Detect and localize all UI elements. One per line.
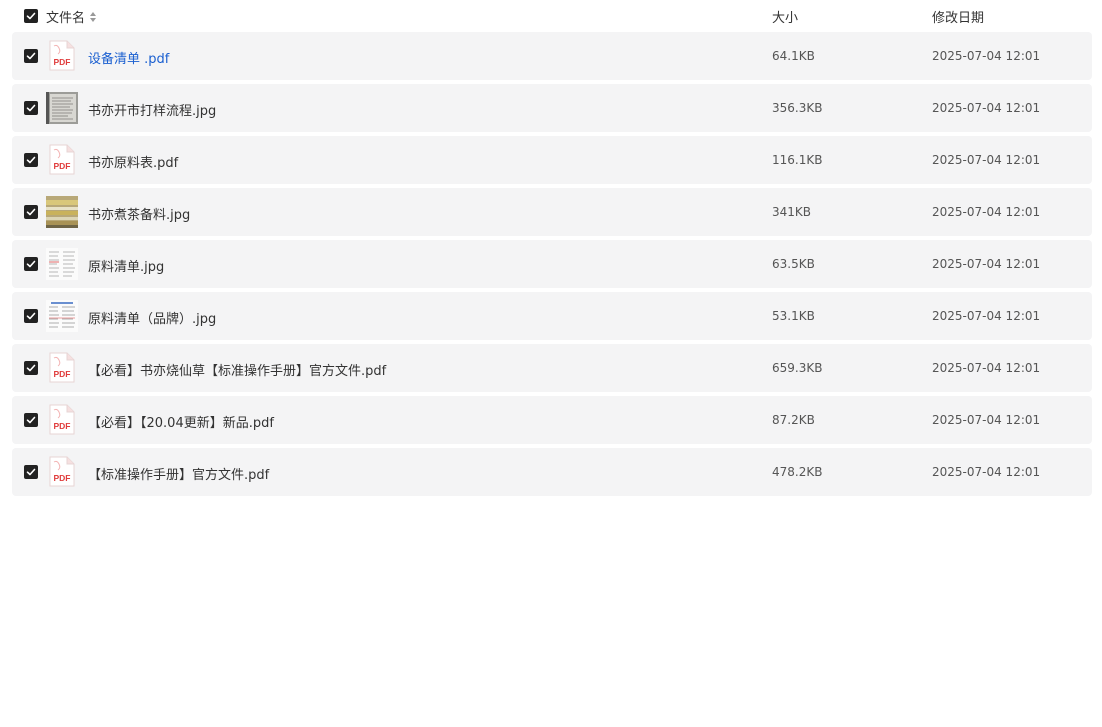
svg-text:PDF: PDF — [54, 161, 71, 171]
file-modified-date: 2025-07-04 12:01 — [932, 309, 1041, 323]
file-name[interactable]: 原料清单.jpg — [88, 256, 164, 275]
file-modified-date: 2025-07-04 12:01 — [932, 361, 1041, 375]
file-size: 341KB — [772, 205, 812, 219]
file-name[interactable]: 书亦原料表.pdf — [88, 152, 178, 171]
file-row[interactable]: 原料清单.jpg 63.5KB 2025-07-04 12:01 — [12, 240, 1092, 288]
file-row-checkbox[interactable] — [24, 257, 38, 271]
select-all-checkbox[interactable] — [24, 9, 38, 23]
check-icon — [26, 104, 36, 112]
name-column-label: 文件名 — [46, 11, 86, 26]
file-modified-date: 2025-07-04 12:01 — [932, 205, 1041, 219]
file-modified-date: 2025-07-04 12:01 — [932, 465, 1041, 479]
file-list-header: 文件名 大小 修改日期 — [12, 0, 1092, 32]
file-row[interactable]: 书亦煮茶备料.jpg 341KB 2025-07-04 12:01 — [12, 188, 1092, 236]
file-row-checkbox[interactable] — [24, 465, 38, 479]
file-name[interactable]: 【必看】书亦烧仙草【标准操作手册】官方文件.pdf — [88, 360, 386, 379]
pdf-file-icon: PDF — [49, 404, 75, 435]
file-size: 356.3KB — [772, 101, 823, 115]
file-row[interactable]: PDF 【必看】书亦烧仙草【标准操作手册】官方文件.pdf 659.3KB 2025-… — [12, 344, 1092, 392]
pdf-file-icon: PDF — [49, 144, 75, 175]
file-name[interactable]: 【必看】【20.04更新】新品.pdf — [88, 412, 274, 431]
check-icon — [26, 312, 36, 320]
svg-text:PDF: PDF — [54, 57, 71, 67]
file-rows: PDF 设备清单 .pdf 64.1KB 2025-07-04 12:01 书亦开市打样… — [12, 32, 1092, 500]
pdf-file-icon: PDF — [49, 40, 75, 71]
check-icon — [26, 12, 36, 20]
file-row-checkbox[interactable] — [24, 361, 38, 375]
image-thumbnail — [46, 248, 78, 280]
file-name[interactable]: 原料清单（品牌）.jpg — [88, 308, 216, 327]
file-size: 116.1KB — [772, 153, 823, 167]
check-icon — [26, 468, 36, 476]
file-size: 63.5KB — [772, 257, 815, 271]
file-modified-date: 2025-07-04 12:01 — [932, 153, 1041, 167]
pdf-file-icon: PDF — [49, 352, 75, 383]
file-size: 64.1KB — [772, 49, 815, 63]
file-modified-date: 2025-07-04 12:01 — [932, 49, 1041, 63]
file-name[interactable]: 书亦开市打样流程.jpg — [88, 100, 216, 119]
file-row-checkbox[interactable] — [24, 205, 38, 219]
file-row[interactable]: 原料清单（品牌）.jpg 53.1KB 2025-07-04 12:01 — [12, 292, 1092, 340]
file-list: 文件名 大小 修改日期 PDF 设备清单 .pdf 64.1KB 2025-07-04… — [0, 0, 1102, 727]
sort-icon[interactable] — [89, 11, 97, 23]
file-name[interactable]: 【标准操作手册】官方文件.pdf — [88, 464, 269, 483]
file-row[interactable]: 书亦开市打样流程.jpg 356.3KB 2025-07-04 12:01 — [12, 84, 1092, 132]
svg-text:PDF: PDF — [54, 421, 71, 431]
file-row-checkbox[interactable] — [24, 413, 38, 427]
file-size: 659.3KB — [772, 361, 823, 375]
check-icon — [26, 52, 36, 60]
check-icon — [26, 364, 36, 372]
image-thumbnail — [46, 92, 78, 124]
image-thumbnail — [46, 300, 78, 332]
svg-text:PDF: PDF — [54, 369, 71, 379]
file-row-checkbox[interactable] — [24, 153, 38, 167]
file-name[interactable]: 设备清单 .pdf — [88, 48, 169, 67]
check-icon — [26, 156, 36, 164]
file-row[interactable]: PDF 书亦原料表.pdf 116.1KB 2025-07-04 12:01 — [12, 136, 1092, 184]
date-column-header[interactable]: 修改日期 — [932, 7, 984, 26]
file-modified-date: 2025-07-04 12:01 — [932, 101, 1041, 115]
file-row-checkbox[interactable] — [24, 309, 38, 323]
file-row-checkbox[interactable] — [24, 49, 38, 63]
file-row[interactable]: PDF 【必看】【20.04更新】新品.pdf 87.2KB 2025-07-04 1… — [12, 396, 1092, 444]
check-icon — [26, 260, 36, 268]
file-modified-date: 2025-07-04 12:01 — [932, 413, 1041, 427]
check-icon — [26, 208, 36, 216]
file-modified-date: 2025-07-04 12:01 — [932, 257, 1041, 271]
file-row[interactable]: PDF 设备清单 .pdf 64.1KB 2025-07-04 12:01 — [12, 32, 1092, 80]
file-size: 87.2KB — [772, 413, 815, 427]
file-row-checkbox[interactable] — [24, 101, 38, 115]
size-column-header[interactable]: 大小 — [772, 7, 798, 26]
file-size: 53.1KB — [772, 309, 815, 323]
file-name[interactable]: 书亦煮茶备料.jpg — [88, 204, 190, 223]
file-size: 478.2KB — [772, 465, 823, 479]
image-thumbnail — [46, 196, 78, 228]
file-row[interactable]: PDF 【标准操作手册】官方文件.pdf 478.2KB 2025-07-04 12:… — [12, 448, 1092, 496]
check-icon — [26, 416, 36, 424]
svg-text:PDF: PDF — [54, 473, 71, 483]
name-column-header[interactable]: 文件名 — [46, 7, 97, 26]
pdf-file-icon: PDF — [49, 456, 75, 487]
